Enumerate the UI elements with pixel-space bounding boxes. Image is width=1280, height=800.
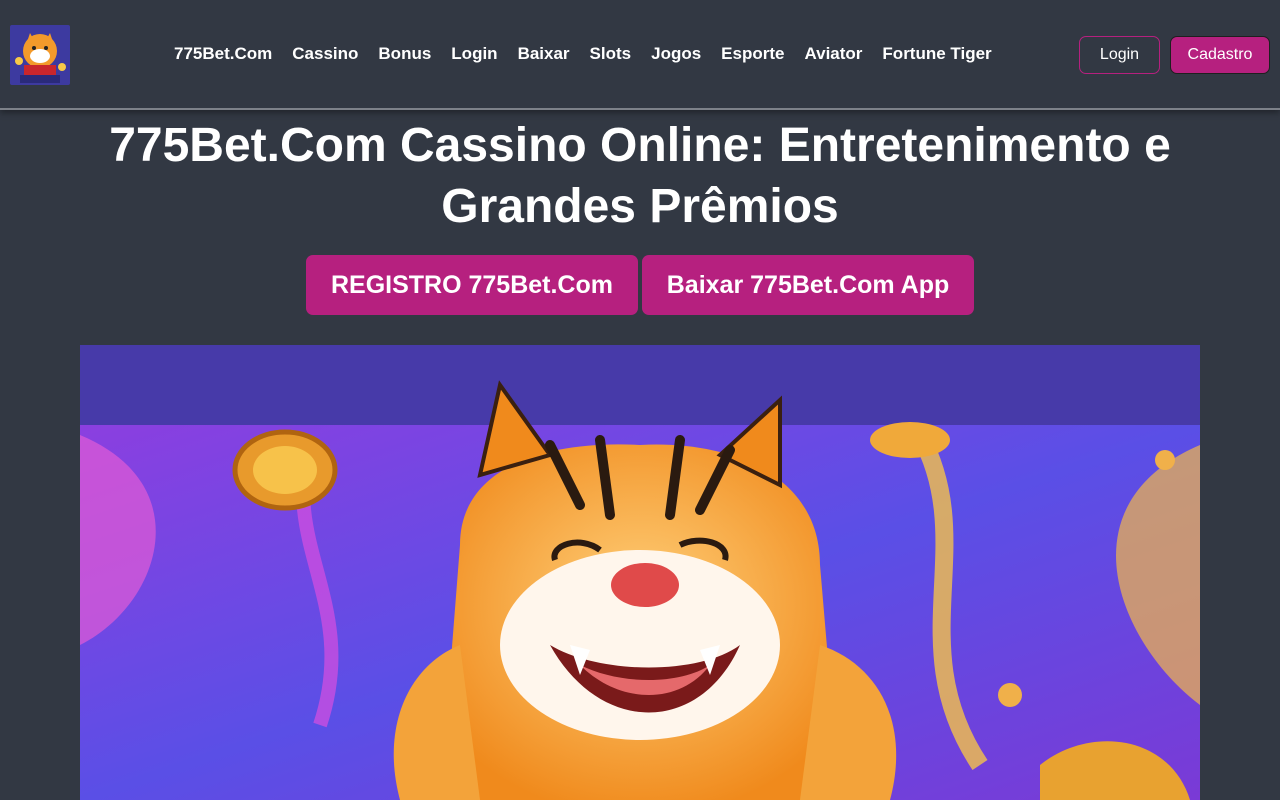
nav-link-aviator[interactable]: Aviator bbox=[794, 42, 872, 66]
download-app-button[interactable]: Baixar 775Bet.Com App bbox=[642, 255, 974, 315]
logo-icon[interactable] bbox=[10, 25, 70, 85]
page-title: 775Bet.Com Cassino Online: Entreteniment… bbox=[109, 119, 1171, 233]
nav-link-login[interactable]: Login bbox=[441, 42, 507, 66]
nav-link-home[interactable]: 775Bet.Com bbox=[164, 42, 282, 66]
nav-link-bonus[interactable]: Bonus bbox=[368, 42, 441, 66]
nav-link-baixar[interactable]: Baixar bbox=[508, 42, 580, 66]
nav-link-esporte[interactable]: Esporte bbox=[711, 42, 794, 66]
register-button[interactable]: REGISTRO 775Bet.Com bbox=[306, 255, 638, 315]
signup-button[interactable]: Cadastro bbox=[1170, 36, 1270, 74]
login-button[interactable]: Login bbox=[1079, 36, 1160, 74]
main-nav: 775Bet.Com Cassino Bonus Login Baixar Sl… bbox=[164, 42, 1002, 66]
hero-banner bbox=[80, 345, 1200, 800]
nav-link-cassino[interactable]: Cassino bbox=[282, 42, 368, 66]
tiger-mascot-image bbox=[80, 345, 1200, 800]
nav-link-fortune-tiger[interactable]: Fortune Tiger bbox=[872, 42, 1001, 66]
nav-link-slots[interactable]: Slots bbox=[580, 42, 642, 66]
nav-link-jogos[interactable]: Jogos bbox=[641, 42, 711, 66]
site-header: 775Bet.Com Cassino Bonus Login Baixar Sl… bbox=[0, 0, 1280, 110]
